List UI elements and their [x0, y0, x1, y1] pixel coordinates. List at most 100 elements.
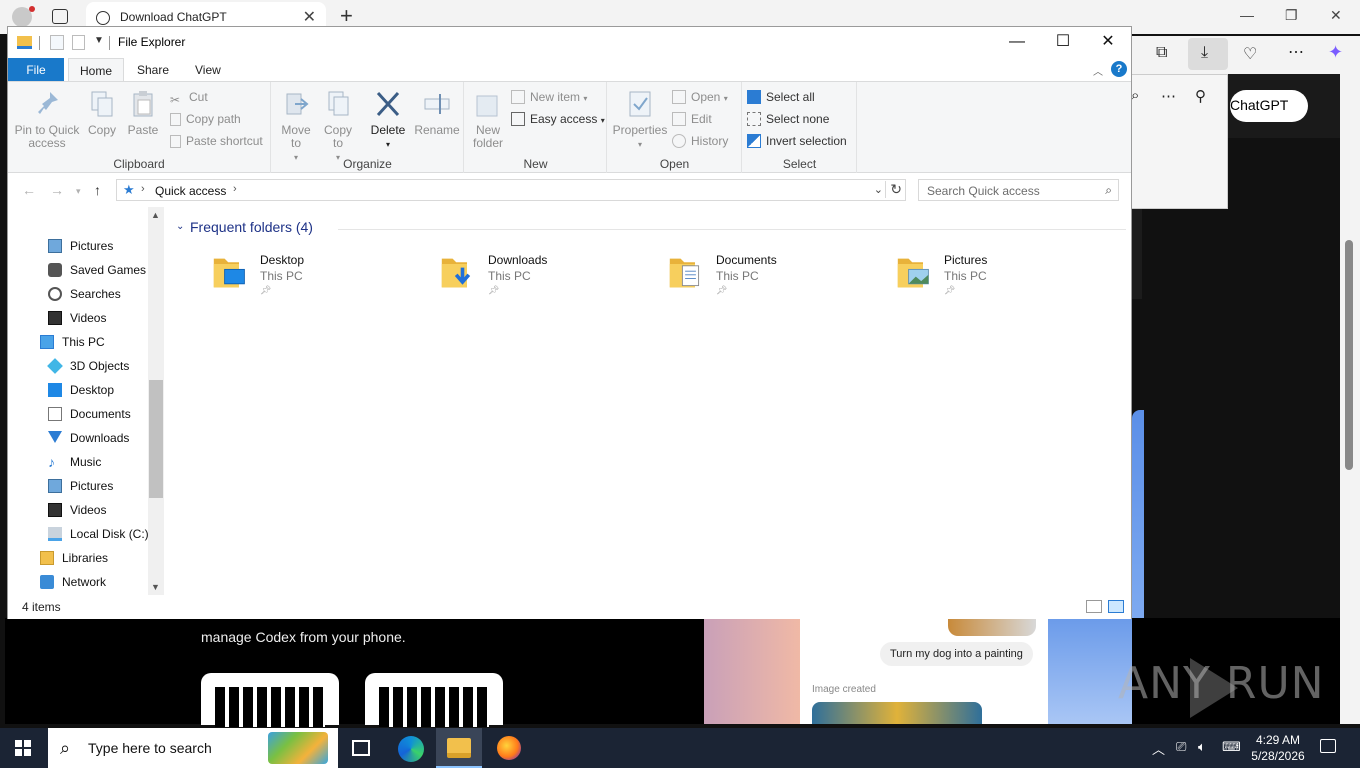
- invert-selection-label: Invert selection: [766, 134, 847, 148]
- rename-button[interactable]: Rename: [414, 88, 460, 137]
- downloads-button[interactable]: ⤓: [1188, 38, 1228, 70]
- select-all-button[interactable]: Select all: [747, 90, 815, 104]
- customize-qat-icon[interactable]: ▼: [94, 35, 104, 46]
- recent-locations-icon[interactable]: ▾: [76, 186, 81, 197]
- history-button[interactable]: History: [672, 134, 728, 148]
- properties-dropdown-icon: ▾: [637, 140, 642, 149]
- minimize-button[interactable]: —: [994, 31, 1040, 55]
- browser-essentials-icon[interactable]: ♡: [1243, 44, 1257, 64]
- copy-button[interactable]: Copy: [84, 88, 120, 137]
- start-button[interactable]: [15, 740, 31, 756]
- close-button[interactable]: ✕: [1085, 31, 1131, 55]
- folder-tile-desktop[interactable]: Desktop This PC 📌︎: [212, 249, 432, 299]
- breadcrumb-chevron-icon[interactable]: ›: [141, 183, 145, 195]
- frequent-folders-header[interactable]: Frequent folders (4): [190, 219, 313, 235]
- search-downloads-icon[interactable]: ⌕: [1131, 87, 1139, 104]
- large-icons-view-icon[interactable]: [1108, 600, 1124, 613]
- collapse-group-icon[interactable]: ⌄: [176, 221, 184, 232]
- edge-icon[interactable]: [398, 736, 424, 762]
- edit-button[interactable]: Edit: [672, 112, 712, 126]
- task-view-icon[interactable]: [352, 740, 370, 756]
- address-dropdown-icon[interactable]: ⌄: [874, 183, 883, 196]
- invert-selection-button[interactable]: Invert selection: [747, 134, 847, 148]
- tab-view[interactable]: View: [184, 58, 232, 82]
- collapse-ribbon-icon[interactable]: ︿: [1093, 63, 1103, 78]
- breadcrumb-quick-access[interactable]: Quick access: [155, 184, 226, 198]
- network-tray-icon[interactable]: ⎚: [1176, 739, 1186, 755]
- chatgpt-header-button[interactable]: ChatGPT: [1230, 90, 1308, 122]
- select-none-button[interactable]: Select none: [747, 112, 829, 126]
- pictures-icon: [48, 239, 62, 253]
- browser-restore-icon[interactable]: ❐: [1285, 7, 1298, 24]
- search-box[interactable]: Search Quick access ⌕: [918, 179, 1119, 201]
- file-explorer-taskbar-button[interactable]: [436, 728, 482, 768]
- easy-access-icon: [511, 112, 525, 126]
- help-icon[interactable]: ?: [1111, 61, 1127, 77]
- show-hidden-icons-icon[interactable]: ︿: [1152, 739, 1165, 758]
- navigation-pane-scroll-thumb[interactable]: [149, 380, 163, 498]
- paste-button[interactable]: Paste: [124, 88, 162, 137]
- pin-to-quick-access-button[interactable]: Pin to Quick access: [12, 88, 82, 150]
- more-options-icon[interactable]: ⋯: [1288, 42, 1304, 62]
- notifications-icon[interactable]: [1320, 739, 1336, 753]
- new-item-button[interactable]: New item ▾: [511, 90, 587, 104]
- keyboard-icon[interactable]: ⌨: [1222, 739, 1241, 755]
- browser-minimize-icon[interactable]: —: [1240, 7, 1254, 23]
- details-view-icon[interactable]: [1086, 600, 1102, 613]
- title-bar[interactable]: ▼ File Explorer — ☐ ✕: [8, 27, 1131, 58]
- copy-path-button[interactable]: Copy path: [170, 112, 241, 126]
- scroll-down-icon[interactable]: ▼: [151, 582, 160, 592]
- search-highlight-icon[interactable]: [268, 732, 328, 764]
- volume-icon[interactable]: 🔈︎: [1198, 739, 1206, 755]
- file-explorer-window: ▼ File Explorer — ☐ ✕ File Home Share Vi…: [7, 26, 1132, 619]
- sidebar-item-label: Documents: [70, 407, 131, 421]
- folder-tile-documents[interactable]: Documents This PC 📌︎: [668, 249, 888, 299]
- up-icon[interactable]: ↑: [94, 182, 101, 198]
- scroll-up-icon[interactable]: ▲: [151, 210, 160, 220]
- delete-label: Delete: [370, 123, 406, 137]
- delete-button[interactable]: Delete ▾: [368, 88, 408, 151]
- breadcrumb-chevron-icon[interactable]: ›: [233, 183, 237, 195]
- browser-tab-title: Download ChatGPT: [120, 10, 227, 24]
- cut-button[interactable]: ✂ Cut: [170, 90, 208, 107]
- copy-to-button[interactable]: Copy to ▾: [320, 88, 356, 164]
- pin-flyout-icon[interactable]: ⚲: [1195, 87, 1206, 105]
- clock[interactable]: 4:29 AM 5/28/2026: [1250, 732, 1306, 764]
- maximize-button[interactable]: ☐: [1040, 31, 1086, 55]
- image-created-label: Image created: [812, 684, 876, 695]
- tab-share[interactable]: Share: [126, 58, 180, 82]
- this-pc-icon: [40, 335, 54, 349]
- paste-shortcut-button[interactable]: Paste shortcut: [170, 134, 263, 148]
- collections-icon[interactable]: ⧉: [1156, 44, 1167, 62]
- firefox-icon[interactable]: [497, 736, 521, 760]
- search-icon[interactable]: ⌕: [1105, 183, 1112, 198]
- back-icon[interactable]: ←: [22, 182, 36, 198]
- open-button[interactable]: Open ▾: [672, 90, 728, 104]
- tab-home[interactable]: Home: [68, 58, 125, 82]
- copy-path-label: Copy path: [186, 112, 241, 126]
- folder-tile-pictures[interactable]: Pictures This PC 📌︎: [896, 249, 1116, 299]
- folder-tile-downloads[interactable]: Downloads This PC 📌︎: [440, 249, 660, 299]
- browser-scroll-thumb[interactable]: [1345, 240, 1353, 470]
- tab-file[interactable]: File: [8, 58, 64, 82]
- navigation-pane-scrollbar[interactable]: ▲ ▼: [148, 207, 164, 595]
- close-tab-icon[interactable]: ✕: [303, 7, 316, 27]
- tab-actions-icon[interactable]: [52, 9, 68, 24]
- forward-icon[interactable]: →: [50, 182, 64, 198]
- address-bar[interactable]: ★ › Quick access › ⌄ ↻: [116, 179, 906, 201]
- documents-folder-icon: [669, 258, 700, 288]
- properties-button[interactable]: Properties ▾: [612, 88, 668, 151]
- refresh-icon[interactable]: ↻: [885, 181, 902, 198]
- qr-code-android: [365, 673, 503, 727]
- new-folder-qat-icon[interactable]: [72, 35, 85, 50]
- downloads-more-icon[interactable]: ⋯: [1161, 87, 1176, 105]
- easy-access-button[interactable]: Easy access ▾: [511, 112, 605, 126]
- qr-code-ios: [201, 673, 339, 727]
- copilot-icon[interactable]: ✦: [1328, 42, 1343, 63]
- properties-qat-icon[interactable]: [50, 35, 64, 50]
- browser-close-icon[interactable]: ✕: [1330, 7, 1342, 24]
- sidebar-item-label: Pictures: [70, 479, 114, 493]
- new-folder-button[interactable]: New folder: [469, 88, 507, 150]
- sidebar-item-label: Videos: [70, 311, 107, 325]
- move-to-button[interactable]: Move to ▾: [278, 88, 314, 164]
